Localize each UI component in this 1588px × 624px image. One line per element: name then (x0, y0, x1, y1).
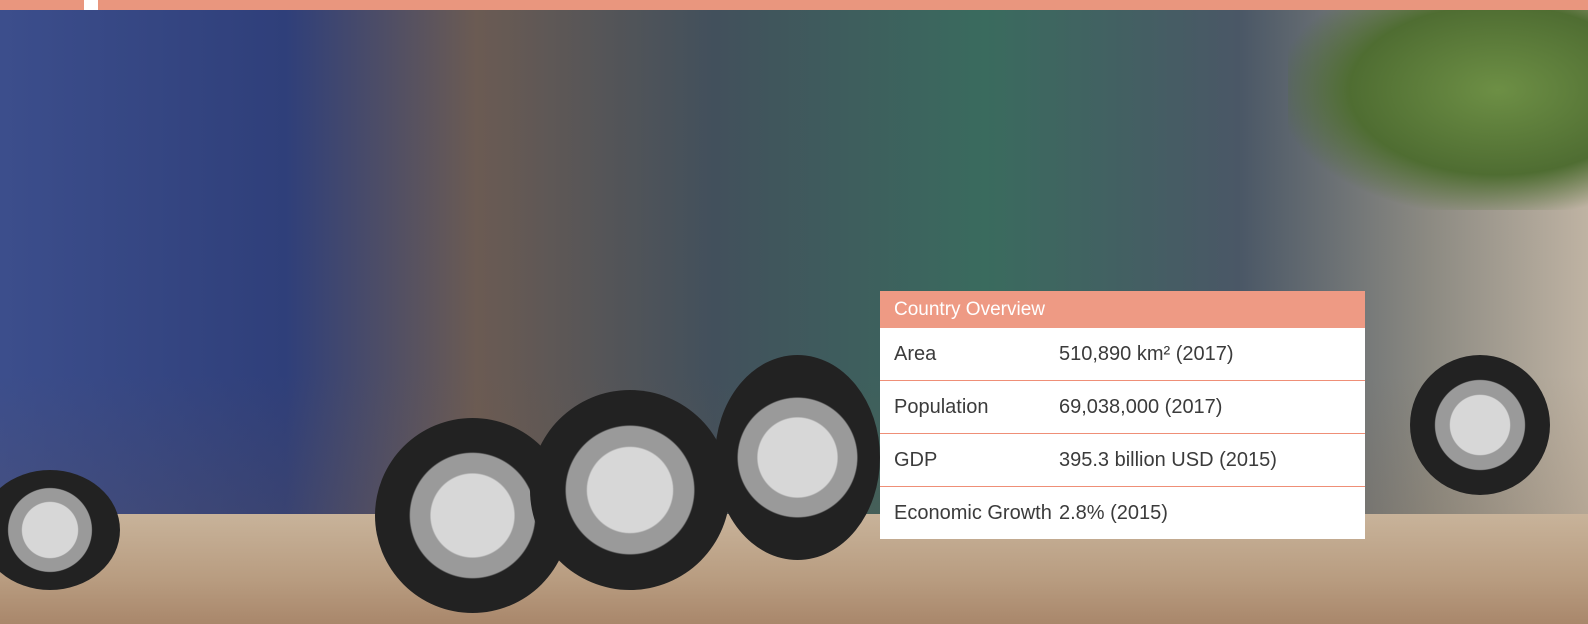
band-marker (84, 0, 98, 10)
overview-row-gdp: GDP 395.3 billion USD (2015) (880, 434, 1365, 487)
row-label: Population (894, 395, 989, 418)
row-value: 510,890 km² (2017) (1059, 342, 1234, 365)
overview-row-area: Area 510,890 km² (2017) (880, 328, 1365, 381)
wheel (530, 390, 730, 590)
row-label: GDP (894, 448, 938, 471)
row-value: 2.8% (2015) (1059, 501, 1168, 524)
wheel (715, 355, 880, 560)
trees (1288, 10, 1588, 210)
top-accent-band (0, 0, 1588, 10)
country-overview-card: Country Overview Area 510,890 km² (2017)… (880, 291, 1365, 539)
overview-row-population: Population 69,038,000 (2017) (880, 381, 1365, 434)
row-label: Area (894, 342, 937, 365)
wheel (1410, 355, 1550, 495)
row-value: 69,038,000 (2017) (1059, 395, 1223, 418)
row-label: Economic Growth (894, 501, 1052, 524)
row-value: 395.3 billion USD (2015) (1059, 448, 1277, 471)
overview-row-economic-growth: Economic Growth 2.8% (2015) (880, 487, 1365, 539)
card-title: Country Overview (880, 291, 1365, 328)
